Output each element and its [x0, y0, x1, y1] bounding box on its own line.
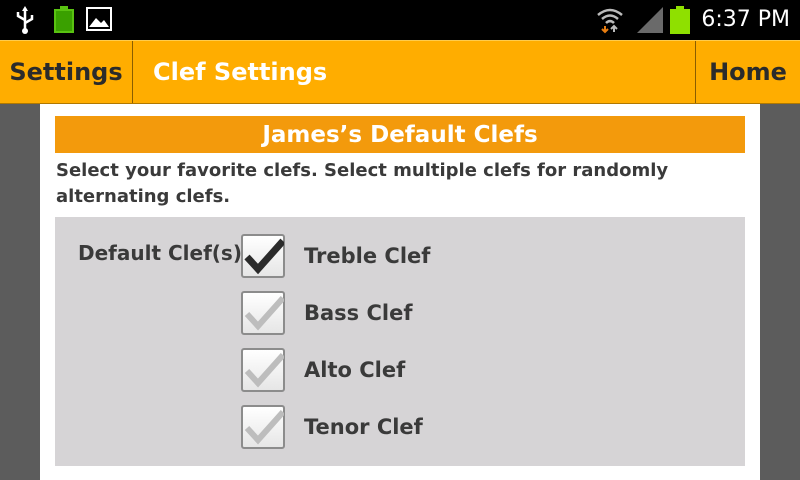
clef-options-box: Default Clef(s) Treble Clef Bass Clef Al… — [55, 217, 745, 466]
home-button[interactable]: Home — [695, 41, 800, 103]
tenor-clef-label: Tenor Clef — [304, 415, 423, 439]
field-label: Default Clef(s) — [78, 241, 242, 265]
usb-icon — [14, 6, 36, 38]
treble-clef-checkbox[interactable] — [241, 234, 285, 278]
bass-clef-label: Bass Clef — [304, 301, 413, 325]
alto-clef-label: Alto Clef — [304, 358, 406, 382]
tenor-clef-checkbox[interactable] — [241, 405, 285, 449]
clef-option-bass[interactable]: Bass Clef — [241, 288, 661, 338]
clef-option-alto[interactable]: Alto Clef — [241, 345, 661, 395]
status-bar: 6:37 PM — [0, 0, 800, 40]
treble-clef-label: Treble Clef — [304, 244, 431, 268]
page-title: Clef Settings — [153, 58, 328, 86]
signal-icon — [636, 6, 664, 38]
battery-icon — [670, 6, 690, 38]
checkmark-icon — [244, 410, 284, 445]
checkmark-icon — [244, 296, 284, 331]
clef-option-tenor[interactable]: Tenor Clef — [241, 402, 661, 452]
clef-option-treble[interactable]: Treble Clef — [241, 231, 661, 281]
action-bar: Settings Clef Settings Home — [0, 40, 800, 104]
section-description: Select your favorite clefs. Select multi… — [56, 160, 669, 207]
settings-panel: James’s Default Clefs Select your favori… — [40, 104, 760, 480]
checkmark-icon — [244, 238, 284, 275]
checkmark-icon — [244, 353, 284, 388]
battery-full-icon — [53, 6, 75, 38]
clock: 6:37 PM — [701, 7, 790, 32]
wifi-icon — [596, 6, 624, 38]
gallery-icon — [86, 6, 112, 36]
bass-clef-checkbox[interactable] — [241, 291, 285, 335]
settings-button[interactable]: Settings — [0, 41, 133, 103]
alto-clef-checkbox[interactable] — [241, 348, 285, 392]
section-header: James’s Default Clefs — [55, 116, 745, 153]
